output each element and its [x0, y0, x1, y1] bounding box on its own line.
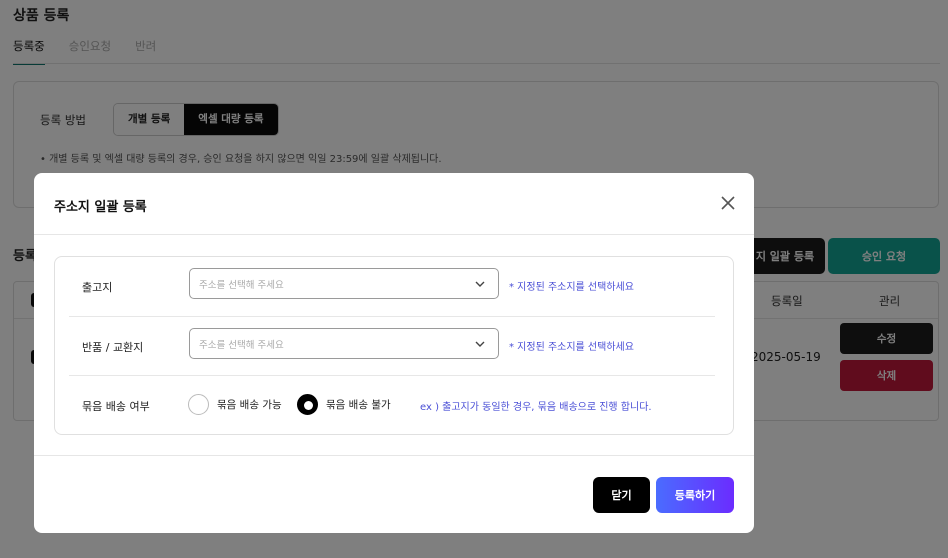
bundle-label: 묶음 배송 여부: [82, 400, 150, 413]
bundle-impossible-radio[interactable]: 묶음 배송 불가: [297, 394, 391, 415]
warehouse-placeholder: 주소를 선택해 주세요: [199, 280, 284, 291]
close-button[interactable]: 닫기: [593, 477, 650, 513]
chevron-down-icon: [475, 341, 485, 347]
bundle-impossible-label: 묶음 배송 불가: [326, 399, 391, 411]
chevron-down-icon: [475, 281, 485, 287]
warehouse-select[interactable]: 주소를 선택해 주세요: [189, 268, 499, 299]
return-label: 반품 / 교환지: [82, 341, 144, 354]
bundle-possible-radio[interactable]: 묶음 배송 가능: [188, 394, 282, 415]
bundle-row: 묶음 배송 여부 묶음 배송 가능 묶음 배송 불가 ex ) 출고지가 동일한…: [69, 375, 715, 434]
warehouse-hint: * 지정된 주소지를 선택하세요: [509, 282, 634, 293]
address-form: 출고지 주소를 선택해 주세요 * 지정된 주소지를 선택하세요 반품 / 교환…: [54, 256, 734, 435]
bulk-address-modal: 주소지 일괄 등록 출고지 주소를 선택해 주세요 * 지정된 주소지를 선택하…: [34, 173, 754, 533]
radio-unchecked-icon: [188, 394, 209, 415]
radio-checked-icon: [297, 394, 318, 415]
close-icon[interactable]: [720, 195, 736, 211]
return-select[interactable]: 주소를 선택해 주세요: [189, 328, 499, 359]
submit-button[interactable]: 등록하기: [656, 477, 734, 513]
modal-header-divider: [34, 234, 754, 235]
return-placeholder: 주소를 선택해 주세요: [199, 340, 284, 351]
modal-title: 주소지 일괄 등록: [54, 200, 147, 215]
warehouse-label: 출고지: [82, 281, 113, 294]
bundle-possible-label: 묶음 배송 가능: [217, 399, 282, 411]
return-hint: * 지정된 주소지를 선택하세요: [509, 342, 634, 353]
warehouse-row: 출고지 주소를 선택해 주세요 * 지정된 주소지를 선택하세요: [69, 257, 715, 316]
bundle-hint: ex ) 출고지가 동일한 경우, 묶음 배송으로 진행 합니다.: [420, 402, 652, 413]
return-row: 반품 / 교환지 주소를 선택해 주세요 * 지정된 주소지를 선택하세요: [69, 316, 715, 375]
modal-footer-divider: [34, 455, 754, 456]
